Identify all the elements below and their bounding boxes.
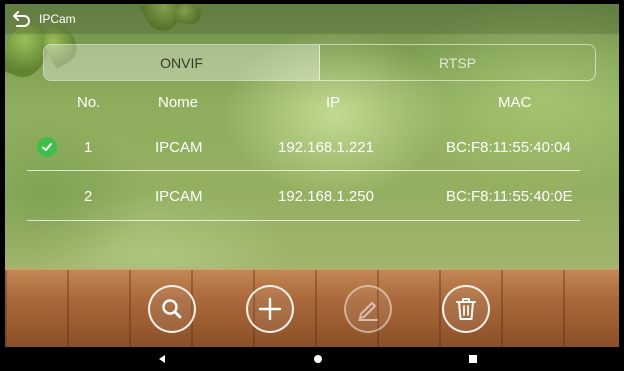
row-mac: BC:F8:11:55:40:0E	[446, 188, 573, 205]
nav-back-button[interactable]	[155, 352, 169, 366]
search-icon	[162, 299, 182, 319]
delete-button[interactable]	[442, 285, 490, 333]
back-arrow-icon	[13, 11, 30, 27]
add-button[interactable]	[246, 285, 294, 333]
trash-icon	[456, 298, 476, 320]
plus-icon	[258, 297, 282, 321]
page-title: IPCam	[39, 12, 76, 26]
row-number: 2	[84, 188, 93, 205]
column-header-ip: IP	[326, 94, 341, 111]
edit-button[interactable]	[344, 285, 392, 333]
wooden-floor-background	[5, 270, 619, 347]
table-row[interactable]: 1 IPCAM 192.168.1.221 BC:F8:11:55:40:04	[5, 124, 619, 172]
device-screen: IPCam ONVIF RTSP No. Nome IP MAC 1 IPCAM…	[0, 0, 624, 371]
row-divider	[27, 170, 580, 171]
system-navigation-bar	[0, 347, 624, 371]
tab-onvif[interactable]: ONVIF	[44, 45, 320, 80]
row-mac: BC:F8:11:55:40:04	[446, 139, 571, 156]
column-header-no: No.	[77, 94, 101, 111]
recents-square-icon	[469, 355, 477, 363]
row-name: IPCAM	[155, 188, 203, 205]
selected-check-icon	[37, 137, 57, 157]
row-name: IPCAM	[155, 139, 203, 156]
table-row[interactable]: 2 IPCAM 192.168.1.250 BC:F8:11:55:40:0E	[5, 173, 619, 221]
row-number: 1	[84, 139, 93, 156]
home-circle-icon	[314, 355, 322, 363]
row-divider	[27, 220, 580, 221]
row-ip: 192.168.1.221	[278, 139, 374, 156]
back-button[interactable]	[11, 9, 33, 29]
nav-recents-button[interactable]	[466, 352, 480, 366]
row-ip: 192.168.1.250	[278, 188, 374, 205]
back-triangle-icon	[159, 355, 165, 363]
nav-home-button[interactable]	[311, 352, 325, 366]
column-header-name: Nome	[158, 94, 199, 111]
protocol-tabs: ONVIF RTSP	[43, 44, 596, 81]
search-button[interactable]	[148, 285, 196, 333]
column-header-mac: MAC	[498, 94, 532, 111]
edit-icon	[358, 302, 378, 321]
tab-rtsp[interactable]: RTSP	[320, 45, 595, 80]
ipcam-app: IPCam ONVIF RTSP No. Nome IP MAC 1 IPCAM…	[5, 4, 619, 347]
title-bar: IPCam	[5, 4, 619, 34]
